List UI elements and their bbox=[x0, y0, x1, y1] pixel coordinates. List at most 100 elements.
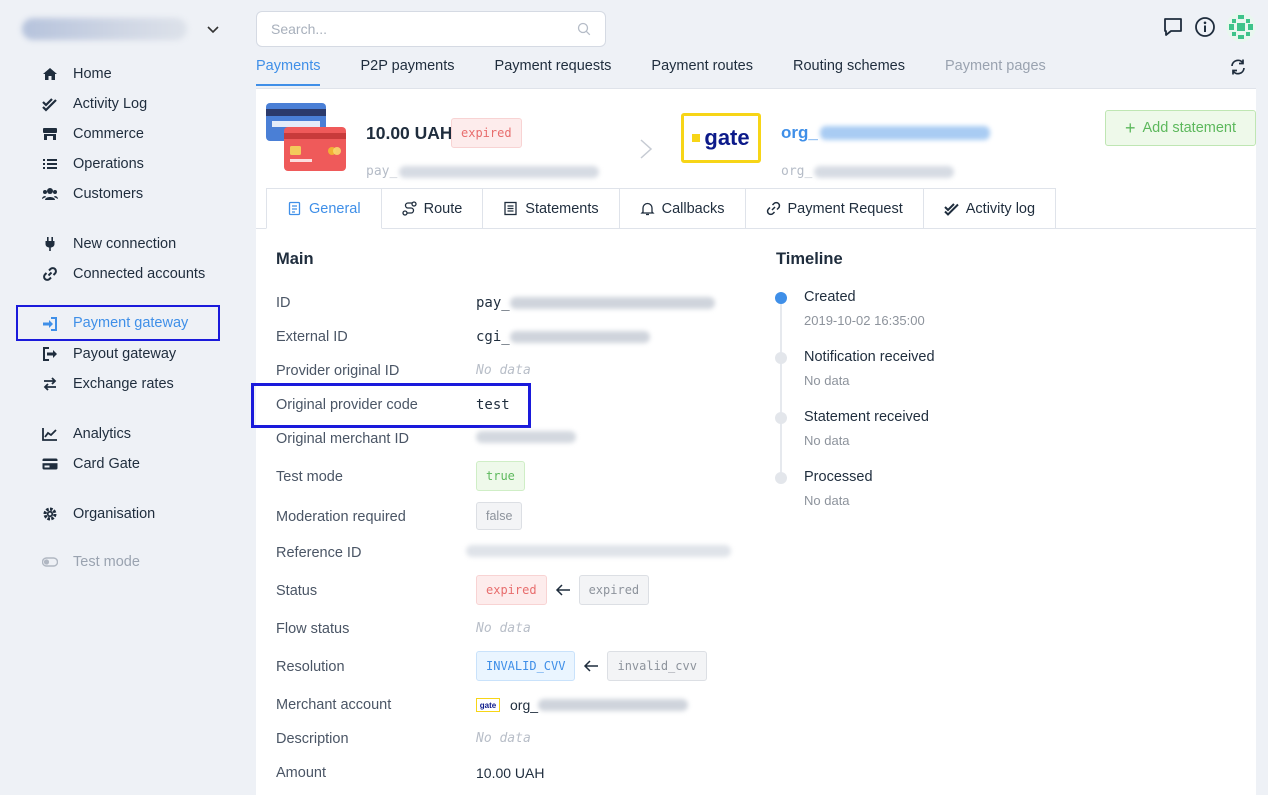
tab-payment-request[interactable]: Payment Request bbox=[745, 188, 924, 229]
line-chart-icon bbox=[42, 428, 57, 441]
id-prefix: pay_ bbox=[476, 295, 510, 311]
sidebar-item-organisation[interactable]: Organisation bbox=[16, 497, 220, 531]
arrow-left-icon bbox=[555, 584, 570, 596]
tab-statements[interactable]: Statements bbox=[483, 188, 620, 229]
info-icon[interactable] bbox=[1194, 16, 1216, 38]
sidebar-item-new-connection[interactable]: New connection bbox=[16, 227, 220, 261]
payment-header: 10.00 UAH expired pay_ gate org_ org_ + … bbox=[266, 101, 1256, 191]
field-value-id: pay_ bbox=[476, 295, 715, 311]
no-data-text: No data bbox=[476, 621, 531, 636]
timeline-title: Timeline bbox=[776, 250, 843, 268]
search-icon[interactable] bbox=[577, 22, 591, 36]
sign-in-icon bbox=[43, 317, 57, 331]
field-label-original-provider-code: Original provider code bbox=[276, 397, 418, 413]
chevron-right-icon bbox=[640, 139, 653, 159]
tab-payment-requests[interactable]: Payment requests bbox=[495, 52, 612, 86]
field-value-external-id: cgi_ bbox=[476, 329, 650, 345]
sidebar-item-analytics[interactable]: Analytics bbox=[16, 417, 220, 451]
sidebar-item-payment-gateway[interactable]: Payment gateway bbox=[16, 305, 220, 341]
gate-mini-logo: gate bbox=[476, 698, 500, 712]
field-value-original-provider-code: test bbox=[476, 397, 510, 413]
sidebar-item-customers[interactable]: Customers bbox=[16, 177, 220, 211]
tab-payment-pages[interactable]: Payment pages bbox=[945, 52, 1046, 86]
tab-route[interactable]: Route bbox=[381, 188, 484, 229]
sidebar-item-operations[interactable]: Operations bbox=[16, 147, 220, 181]
tab-label: Payment Request bbox=[787, 200, 903, 217]
plug-icon bbox=[45, 237, 55, 251]
chat-icon[interactable] bbox=[1162, 16, 1184, 38]
document-icon bbox=[288, 201, 301, 216]
sidebar-item-card-gate[interactable]: Card Gate bbox=[16, 447, 220, 481]
credit-card-icon bbox=[42, 458, 58, 470]
add-statement-button[interactable]: + Add statement bbox=[1105, 110, 1256, 146]
field-label-amount: Amount bbox=[276, 765, 326, 781]
gate-logo-text: gate bbox=[704, 125, 750, 150]
plus-icon: + bbox=[1124, 118, 1136, 138]
gear-icon bbox=[43, 507, 57, 521]
field-label-provider-original-id: Provider original ID bbox=[276, 363, 400, 379]
section-tabs: Payments P2P payments Payment requests P… bbox=[256, 52, 1086, 86]
field-label-test-mode: Test mode bbox=[276, 469, 343, 485]
tab-label: Callbacks bbox=[661, 200, 725, 217]
sidebar-item-label: Connected accounts bbox=[73, 266, 206, 282]
receipt-icon bbox=[504, 201, 517, 216]
sign-out-icon bbox=[43, 347, 57, 361]
field-value-merchant-account[interactable]: gate org_ bbox=[476, 697, 689, 713]
field-label-flow-status: Flow status bbox=[276, 621, 350, 637]
no-data-text: No data bbox=[476, 363, 531, 378]
tab-payments[interactable]: Payments bbox=[256, 52, 321, 86]
sidebar-item-payout-gateway[interactable]: Payout gateway bbox=[16, 337, 220, 371]
field-value-original-merchant-id bbox=[476, 431, 576, 443]
arrow-left-icon bbox=[584, 660, 599, 672]
field-value-flow-status: No data bbox=[476, 621, 531, 636]
tab-payment-routes[interactable]: Payment routes bbox=[651, 52, 753, 86]
sidebar-item-label: Exchange rates bbox=[73, 376, 174, 392]
field-label-status: Status bbox=[276, 583, 318, 599]
tab-routing-schemes[interactable]: Routing schemes bbox=[793, 52, 905, 86]
sidebar-item-label: New connection bbox=[73, 236, 177, 252]
route-icon bbox=[401, 201, 417, 216]
field-label-merchant-account: Merchant account bbox=[276, 697, 392, 713]
tab-callbacks[interactable]: Callbacks bbox=[619, 188, 746, 229]
resolution-previous-badge: invalid_cvv bbox=[607, 651, 707, 681]
link-icon bbox=[43, 267, 57, 281]
org-link[interactable]: org_ bbox=[781, 123, 990, 143]
timeline-line bbox=[780, 299, 782, 479]
sidebar-item-label: Test mode bbox=[73, 554, 140, 570]
timeline-event-time: No data bbox=[804, 433, 850, 448]
store-icon bbox=[43, 128, 57, 140]
sidebar-item-label: Payment gateway bbox=[73, 315, 189, 331]
timeline: Created 2019-10-02 16:35:00 Notification… bbox=[775, 289, 1176, 569]
timeline-dot bbox=[775, 412, 787, 424]
sidebar-item-exchange-rates[interactable]: Exchange rates bbox=[16, 367, 220, 401]
org-switcher[interactable] bbox=[16, 10, 226, 48]
status-previous-badge: expired bbox=[578, 575, 650, 605]
payment-detail-card: 10.00 UAH expired pay_ gate org_ org_ + … bbox=[251, 88, 1256, 795]
sidebar-item-label: Activity Log bbox=[73, 96, 148, 112]
sidebar-item-test-mode[interactable]: Test mode bbox=[16, 545, 220, 579]
sidebar-item-connected-accounts[interactable]: Connected accounts bbox=[16, 257, 220, 291]
sidebar-item-activity-log[interactable]: Activity Log bbox=[16, 87, 220, 121]
org-sub-id: org_ bbox=[781, 164, 955, 179]
sidebar-item-home[interactable]: Home bbox=[16, 57, 220, 91]
search-input[interactable] bbox=[271, 21, 577, 37]
sidebar-item-commerce[interactable]: Commerce bbox=[16, 117, 220, 151]
org-name-blurred bbox=[22, 18, 187, 40]
bell-icon bbox=[640, 202, 655, 216]
field-label-original-merchant-id: Original merchant ID bbox=[276, 431, 409, 447]
sidebar-item-label: Home bbox=[73, 66, 112, 82]
tab-p2p-payments[interactable]: P2P payments bbox=[360, 52, 454, 86]
payment-id: pay_ bbox=[366, 164, 600, 179]
field-value-test-mode: true bbox=[476, 461, 525, 491]
tab-general[interactable]: General bbox=[266, 188, 382, 229]
avatar[interactable] bbox=[1226, 12, 1256, 42]
payment-amount: 10.00 UAH bbox=[366, 123, 453, 143]
tab-activity-log[interactable]: Activity log bbox=[923, 188, 1057, 229]
external-id-prefix: cgi_ bbox=[476, 329, 510, 345]
timeline-event-title: Notification received bbox=[804, 349, 935, 365]
field-label-description: Description bbox=[276, 731, 349, 747]
sidebar-item-label: Operations bbox=[73, 156, 144, 172]
refresh-icon[interactable] bbox=[1229, 58, 1247, 76]
resolution-current-badge: INVALID_CVV bbox=[476, 651, 576, 681]
id-blurred bbox=[509, 297, 715, 309]
